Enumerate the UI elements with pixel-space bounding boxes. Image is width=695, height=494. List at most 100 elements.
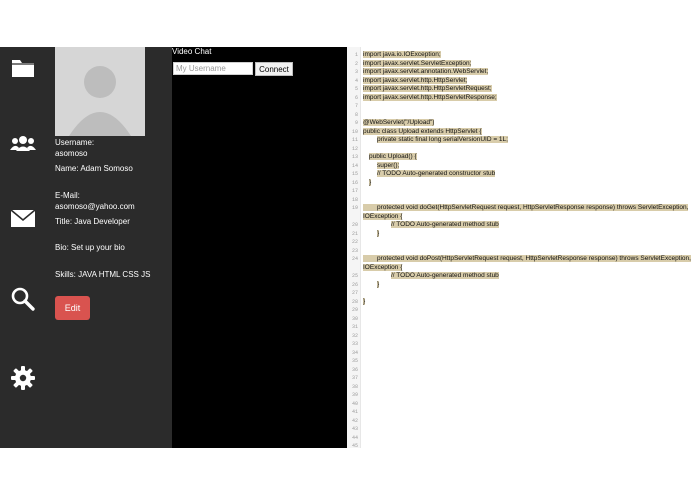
line-number: 3 <box>354 69 358 75</box>
username-input[interactable] <box>173 62 253 75</box>
line-number: 45 <box>351 443 358 449</box>
line-number: 7 <box>354 103 358 109</box>
code-line: super(); <box>377 161 400 169</box>
name-label: Name: <box>55 164 79 173</box>
code-line: @WebServlet("/Upload") <box>363 119 435 126</box>
line-number: 44 <box>351 434 358 441</box>
line-number: 34 <box>351 349 358 356</box>
email-field: E-Mail: asomoso@yahoo.com <box>55 190 167 212</box>
code-line: import javax.servlet.http.HttpServletRes… <box>363 93 497 101</box>
bio-field: Bio: Set up your bio <box>55 242 167 253</box>
line-number: 2 <box>354 60 358 67</box>
line-number: 6 <box>354 94 358 101</box>
email-label: E-Mail: <box>55 191 80 200</box>
code-line: import javax.servlet.annotation.WebServl… <box>363 68 489 75</box>
bio-label: Bio: <box>55 243 69 252</box>
code-line: import java.io.IOException; <box>363 51 441 58</box>
line-number: 31 <box>351 324 358 330</box>
name-field: Name: Adam Somoso <box>55 163 167 174</box>
username-value: asomoso <box>55 149 88 158</box>
line-number: 4 <box>354 77 358 84</box>
code-line: import javax.servlet.http.HttpServletReq… <box>363 85 492 92</box>
title-value: Java Developer <box>74 217 130 226</box>
code-line: // TODO Auto-generated method stub <box>391 221 499 228</box>
line-number: 11 <box>351 137 358 143</box>
code-line: import javax.servlet.http.HttpServlet; <box>363 76 468 84</box>
line-number: 17 <box>351 188 358 194</box>
line-number: 38 <box>351 383 358 390</box>
code-line: public Upload() { <box>369 153 417 160</box>
name-value: Adam Somoso <box>80 164 133 173</box>
line-number: 39 <box>351 392 358 398</box>
icon-sidebar <box>0 47 46 448</box>
line-number: 22 <box>351 239 358 245</box>
line-number: 28 <box>351 298 358 305</box>
connect-button[interactable]: Connect <box>255 62 293 76</box>
line-number: 27 <box>351 290 358 296</box>
line-number: 26 <box>351 281 358 288</box>
line-number: 1 <box>354 52 358 58</box>
code-editor[interactable]: 1 2 3 4 5 6 7 8 9 10 11 12 13 14 15 16 1… <box>347 47 695 449</box>
line-number: 29 <box>351 307 358 313</box>
code-line: private static final long serialVersionU… <box>377 136 508 143</box>
code-line: protected void doGet(HttpServletRequest … <box>363 204 689 220</box>
username-label: Username: <box>55 138 95 147</box>
code-line: public class Upload extends HttpServlet … <box>363 127 482 135</box>
line-number: 13 <box>351 154 358 160</box>
code-line: } <box>377 229 380 237</box>
line-number: 30 <box>351 315 358 322</box>
code-line: } <box>363 297 366 305</box>
video-chat-title: Video Chat <box>172 47 212 56</box>
line-number: 9 <box>354 120 358 126</box>
email-value: asomoso@yahoo.com <box>55 202 135 211</box>
skills-value: JAVA HTML CSS JS <box>78 270 151 279</box>
line-number: 40 <box>351 400 358 407</box>
skills-field: Skills: JAVA HTML CSS JS <box>55 269 167 280</box>
code-line: import javax.servlet.ServletException; <box>363 59 472 67</box>
line-number: 10 <box>351 128 358 135</box>
line-number: 19 <box>351 205 358 211</box>
line-number: 12 <box>351 145 358 152</box>
line-number: 32 <box>351 332 358 339</box>
line-number: 16 <box>351 179 358 186</box>
line-number: 33 <box>351 341 358 347</box>
profile-panel: Username: asomoso Name: Adam Somoso E-Ma… <box>46 47 172 448</box>
gear-icon[interactable] <box>10 365 36 391</box>
bio-value: Set up your bio <box>71 243 125 252</box>
avatar-placeholder-icon <box>69 66 131 136</box>
title-label: Title: <box>55 217 73 226</box>
users-icon[interactable] <box>10 131 36 157</box>
line-number: 14 <box>351 162 358 169</box>
avatar <box>55 47 145 136</box>
code-line: // TODO Auto-generated method stub <box>391 272 499 279</box>
line-number: 35 <box>351 358 358 364</box>
code-line: protected void doPost(HttpServletRequest… <box>363 255 691 271</box>
line-number: 25 <box>351 273 358 279</box>
line-number: 42 <box>351 417 358 424</box>
skills-label: Skills: <box>55 270 76 279</box>
line-number: 24 <box>351 256 358 262</box>
video-chat-panel: Video Chat Connect <box>172 47 347 448</box>
line-number: 8 <box>354 111 358 118</box>
code-line: } <box>377 280 380 288</box>
mail-icon[interactable] <box>10 205 36 231</box>
line-number: 37 <box>351 375 358 381</box>
line-number: 23 <box>351 247 358 254</box>
edit-profile-button[interactable]: Edit <box>55 296 90 320</box>
folder-icon[interactable] <box>10 55 36 81</box>
title-field: Title: Java Developer <box>55 216 167 227</box>
line-number: 15 <box>351 171 358 177</box>
line-number: 36 <box>351 366 358 373</box>
line-number: 41 <box>351 409 358 415</box>
line-number-gutter: 1 2 3 4 5 6 7 8 9 10 11 12 13 14 15 16 1… <box>347 47 361 449</box>
username-field: Username: asomoso <box>55 137 167 159</box>
line-number: 18 <box>351 196 358 203</box>
code-line: // TODO Auto-generated constructor stub <box>377 170 496 177</box>
line-number: 5 <box>354 86 358 92</box>
line-number: 20 <box>351 222 358 228</box>
line-number: 21 <box>351 230 358 237</box>
app: Username: asomoso Name: Adam Somoso E-Ma… <box>0 47 695 449</box>
search-icon[interactable] <box>10 286 36 312</box>
line-number: 43 <box>351 426 358 432</box>
code-line: } <box>369 178 372 186</box>
